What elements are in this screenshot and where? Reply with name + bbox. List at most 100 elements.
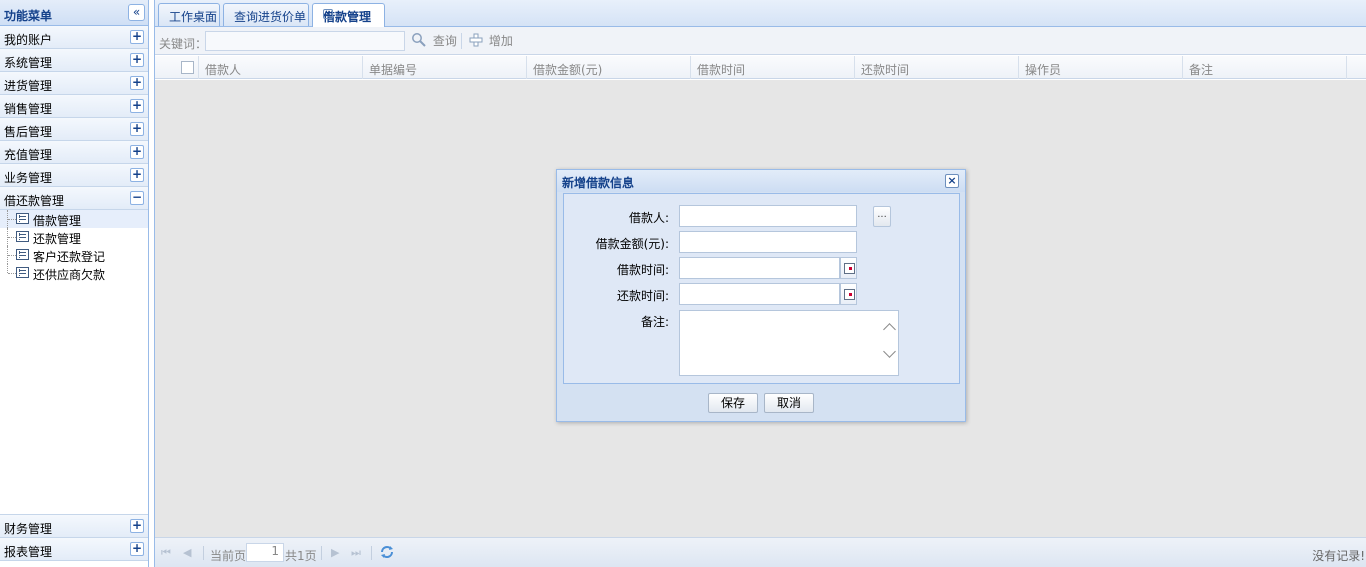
sidebar-section-purchase[interactable]: 进货管理 +: [0, 72, 148, 95]
pagination-bar: ⏮ ◀ 当前页 1 共1页 ▶ ⏭ 没有记录!: [155, 537, 1366, 567]
current-page-label: 当前页: [210, 549, 247, 563]
tab-label: 查询进货价单: [234, 10, 307, 24]
sidebar-section-label: 销售管理: [4, 102, 53, 116]
first-page-icon[interactable]: ⏮: [161, 546, 173, 560]
expand-icon[interactable]: +: [130, 76, 144, 90]
column-label: 操作员: [1025, 63, 1062, 77]
close-tab-icon[interactable]: ×: [323, 9, 333, 19]
dialog-title: 新增借款信息: [562, 176, 635, 190]
borrower-input[interactable]: [679, 205, 857, 227]
scroll-down-icon[interactable]: [883, 345, 896, 358]
sidebar-section-label: 报表管理: [4, 545, 53, 559]
sidebar-section-finance[interactable]: 财务管理 +: [0, 515, 148, 538]
close-icon[interactable]: ×: [945, 174, 959, 188]
grid-column-amount[interactable]: 借款金额(元): [527, 56, 691, 79]
expand-icon[interactable]: +: [130, 53, 144, 67]
sidebar-section-business[interactable]: 业务管理 +: [0, 164, 148, 187]
sidebar-item-repayment-management[interactable]: 还款管理: [0, 228, 148, 246]
expand-icon[interactable]: +: [130, 30, 144, 44]
list-icon: [16, 249, 29, 260]
collapse-icon[interactable]: −: [130, 191, 144, 205]
sidebar-section-sales[interactable]: 销售管理 +: [0, 95, 148, 118]
amount-label: 借款金额(元):: [595, 237, 669, 251]
sidebar-item-supplier-debt[interactable]: 还供应商欠款: [0, 264, 148, 282]
sidebar-item-label: 客户还款登记: [33, 250, 106, 264]
sidebar-item-label: 还款管理: [33, 232, 82, 246]
expand-icon[interactable]: +: [130, 145, 144, 159]
calendar-icon[interactable]: [840, 257, 857, 279]
calendar-icon[interactable]: [840, 283, 857, 305]
expand-icon[interactable]: +: [130, 519, 144, 533]
sidebar-item-label: 还供应商欠款: [33, 268, 106, 282]
page-number-input[interactable]: 1: [246, 543, 284, 562]
expand-icon[interactable]: +: [130, 99, 144, 113]
pager-divider: [203, 546, 204, 560]
sidebar-item-loan-management[interactable]: 借款管理: [0, 210, 148, 228]
sidebar-section-after-sales[interactable]: 售后管理 +: [0, 118, 148, 141]
toolbar-divider: [461, 33, 462, 49]
expand-icon[interactable]: +: [130, 168, 144, 182]
refresh-icon[interactable]: [379, 544, 395, 560]
prev-page-icon[interactable]: ◀: [183, 546, 195, 560]
search-button-label: 查询: [432, 34, 457, 48]
textarea-scrollbar[interactable]: [882, 311, 898, 375]
add-loan-dialog: 新增借款信息 × 借款人: ... 借款金额(元): 借款时间: 还款时间: 备…: [556, 169, 966, 422]
sidebar-title-bar: 功能菜单 «: [0, 0, 148, 26]
sidebar-item-customer-repayment[interactable]: 客户还款登记: [0, 246, 148, 264]
tab-loan-management[interactable]: 借款管理 ×: [312, 3, 385, 27]
sidebar-section-label: 财务管理: [4, 522, 53, 536]
grid-column-document-no[interactable]: 单据编号: [363, 56, 527, 79]
collapse-sidebar-button[interactable]: «: [128, 4, 145, 21]
column-label: 借款人: [205, 63, 242, 77]
total-pages-label: 共1页: [285, 549, 317, 563]
tab-work-desktop[interactable]: 工作桌面: [158, 3, 220, 26]
last-page-icon[interactable]: ⏭: [351, 546, 363, 560]
expand-icon[interactable]: +: [130, 542, 144, 556]
grid-column-borrow-time[interactable]: 借款时间: [691, 56, 855, 79]
record-status: 没有记录!: [1312, 549, 1365, 563]
tab-purchase-price-query[interactable]: 查询进货价单: [223, 3, 309, 26]
sidebar-section-my-account[interactable]: 我的账户 +: [0, 26, 148, 49]
save-button[interactable]: 保存: [708, 393, 758, 413]
sidebar-section-system[interactable]: 系统管理 +: [0, 49, 148, 72]
next-page-icon[interactable]: ▶: [331, 546, 343, 560]
pick-borrower-button[interactable]: ...: [873, 206, 891, 227]
sidebar-section-label: 借还款管理: [4, 194, 65, 208]
sidebar-title: 功能菜单: [4, 9, 53, 23]
grid-column-remark[interactable]: 备注: [1183, 56, 1347, 79]
sidebar-section-label: 充值管理: [4, 148, 53, 162]
sidebar-section-reports[interactable]: 报表管理 +: [0, 538, 148, 561]
sidebar-section-loans[interactable]: 借还款管理 −: [0, 187, 148, 210]
scroll-up-icon[interactable]: [883, 323, 896, 336]
select-all-checkbox[interactable]: [181, 61, 194, 74]
sidebar-section-recharge[interactable]: 充值管理 +: [0, 141, 148, 164]
sidebar-section-label: 业务管理: [4, 171, 53, 185]
sidebar-section-label: 售后管理: [4, 125, 53, 139]
pager-divider: [371, 546, 372, 560]
add-button-label: 增加: [488, 34, 513, 48]
sidebar-section-label: 进货管理: [4, 79, 53, 93]
grid-column-borrower[interactable]: 借款人: [199, 56, 363, 79]
repay-time-input[interactable]: [679, 283, 840, 305]
add-button[interactable]: 增加: [469, 32, 513, 50]
borrower-label: 借款人:: [628, 211, 669, 225]
column-label: 单据编号: [369, 63, 418, 77]
grid-column-operator[interactable]: 操作员: [1019, 56, 1183, 79]
list-icon: [16, 213, 29, 224]
grid-column-repay-time[interactable]: 还款时间: [855, 56, 1019, 79]
cancel-button[interactable]: 取消: [764, 393, 814, 413]
expand-icon[interactable]: +: [130, 122, 144, 136]
tree-line: [8, 219, 16, 220]
loans-sub-menu: 借款管理 还款管理 客户还款登记 还供应商欠款: [0, 210, 148, 515]
keyword-input[interactable]: [205, 31, 405, 51]
grid-header: 借款人 单据编号 借款金额(元) 借款时间 还款时间 操作员 备注: [155, 56, 1366, 79]
column-label: 借款金额(元): [533, 63, 603, 77]
column-label: 借款时间: [697, 63, 746, 77]
list-icon: [16, 267, 29, 278]
borrow-time-input[interactable]: [679, 257, 840, 279]
pager-divider: [321, 546, 322, 560]
search-button[interactable]: 查询: [411, 32, 457, 50]
remark-textarea[interactable]: [679, 310, 899, 376]
amount-input[interactable]: [679, 231, 857, 253]
tab-label: 工作桌面: [169, 10, 218, 24]
